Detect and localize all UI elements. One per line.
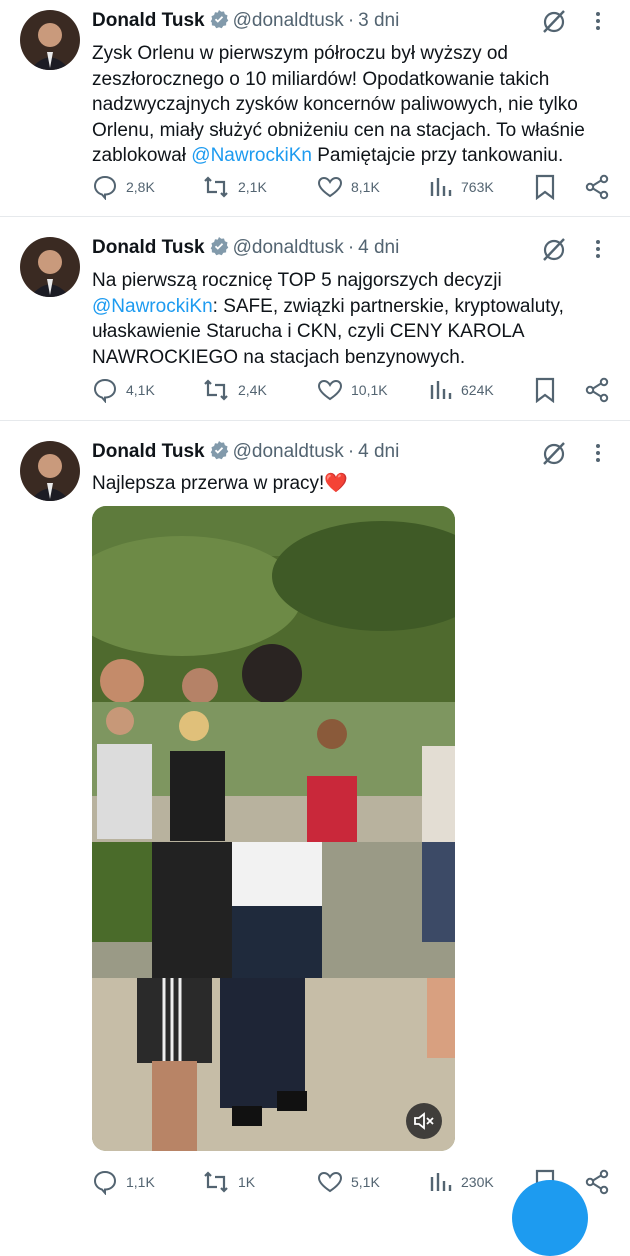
avatar[interactable] — [20, 237, 80, 297]
share-button[interactable] — [584, 375, 618, 405]
avatar[interactable] — [20, 441, 80, 501]
reply-button[interactable]: 4,1K — [92, 375, 155, 405]
compose-button[interactable] — [512, 1180, 588, 1256]
author-handle[interactable]: @donaldtusk — [233, 441, 344, 462]
separator: · — [347, 10, 355, 31]
repost-button[interactable]: 1K — [202, 1167, 255, 1197]
grok-icon[interactable] — [540, 7, 568, 35]
repost-button[interactable]: 2,4K — [202, 375, 267, 405]
reply-count: 4,1K — [126, 382, 155, 398]
repost-icon — [204, 379, 228, 401]
like-count: 5,1K — [351, 1174, 380, 1190]
tweet-actions: 2,8K 2,1K 8,1K 763K — [92, 172, 622, 202]
grok-icon[interactable] — [540, 439, 568, 467]
share-icon — [585, 1169, 609, 1195]
repost-count: 1K — [238, 1174, 256, 1190]
avatar[interactable] — [20, 10, 80, 70]
divider — [0, 420, 630, 421]
views-icon — [430, 178, 452, 196]
tweet-text: Zysk Orlenu w pierwszym półroczu był wyż… — [92, 41, 612, 169]
views-count: 230K — [461, 1174, 494, 1190]
like-icon — [317, 379, 343, 401]
repost-count: 2,1K — [238, 179, 267, 195]
author-name[interactable]: Donald Tusk — [92, 237, 205, 258]
more-icon[interactable] — [590, 10, 606, 32]
views-icon — [430, 1173, 452, 1191]
views-count: 763K — [461, 179, 494, 195]
tweet-time[interactable]: 4 dni — [358, 441, 399, 462]
repost-count: 2,4K — [238, 382, 267, 398]
grok-icon[interactable] — [540, 235, 568, 263]
verified-badge-icon — [209, 9, 229, 35]
like-icon — [317, 176, 343, 198]
views-button[interactable]: 624K — [429, 375, 494, 405]
share-icon — [585, 174, 609, 200]
like-button[interactable]: 10,1K — [317, 375, 388, 405]
verified-badge-icon — [209, 440, 229, 466]
mention-link[interactable]: @NawrockiKn — [92, 296, 213, 317]
views-icon — [430, 381, 452, 399]
author-handle[interactable]: @donaldtusk — [233, 237, 344, 258]
like-button[interactable]: 5,1K — [317, 1167, 380, 1197]
bookmark-button[interactable] — [534, 375, 564, 405]
repost-button[interactable]: 2,1K — [202, 172, 267, 202]
tweet-text-part: Najlepsza przerwa w pracy! — [92, 473, 325, 494]
tweet-time[interactable]: 3 dni — [358, 10, 399, 31]
tweet-actions: 4,1K 2,4K 10,1K 624K — [92, 375, 622, 405]
like-icon — [317, 1171, 343, 1193]
like-button[interactable]: 8,1K — [317, 172, 380, 202]
author-name[interactable]: Donald Tusk — [92, 10, 205, 31]
reply-icon — [93, 1170, 117, 1195]
tweet-header: Donald Tusk @donaldtusk · 4 dni — [92, 236, 399, 262]
share-icon — [585, 377, 609, 403]
tweet-time[interactable]: 4 dni — [358, 237, 399, 258]
views-count: 624K — [461, 382, 494, 398]
tweet-header: Donald Tusk @donaldtusk · 4 dni — [92, 440, 399, 466]
reply-icon — [93, 175, 117, 200]
bookmark-icon — [535, 174, 555, 200]
heart-emoji: ❤️ — [324, 473, 348, 494]
reply-button[interactable]: 1,1K — [92, 1167, 155, 1197]
more-icon[interactable] — [590, 238, 606, 260]
reply-icon — [93, 378, 117, 403]
like-count: 8,1K — [351, 179, 380, 195]
views-button[interactable]: 763K — [429, 172, 494, 202]
share-button[interactable] — [584, 172, 618, 202]
views-button[interactable]: 230K — [429, 1167, 494, 1197]
like-count: 10,1K — [351, 382, 388, 398]
repost-icon — [204, 1171, 228, 1193]
bookmark-button[interactable] — [534, 172, 564, 202]
bookmark-icon — [535, 377, 555, 403]
author-handle[interactable]: @donaldtusk — [233, 10, 344, 31]
mute-icon — [414, 1112, 434, 1130]
mention-link[interactable]: @NawrockiKn — [191, 145, 312, 166]
tweet-text: Na pierwszą rocznicę TOP 5 najgorszych d… — [92, 268, 612, 370]
reply-count: 1,1K — [126, 1174, 155, 1190]
reply-count: 2,8K — [126, 179, 155, 195]
repost-icon — [204, 176, 228, 198]
verified-badge-icon — [209, 236, 229, 262]
mute-button[interactable] — [406, 1103, 442, 1139]
separator: · — [347, 237, 355, 258]
share-button[interactable] — [584, 1167, 618, 1197]
divider — [0, 216, 630, 217]
author-name[interactable]: Donald Tusk — [92, 441, 205, 462]
more-icon[interactable] — [590, 442, 606, 464]
tweet-text: Najlepsza przerwa w pracy!❤️ — [92, 471, 612, 497]
video-frame — [92, 506, 455, 1151]
reply-button[interactable]: 2,8K — [92, 172, 155, 202]
tweet-text-part: Na pierwszą rocznicę TOP 5 najgorszych d… — [92, 270, 502, 291]
tweet-text-part: Pamiętajcie przy tankowaniu. — [311, 145, 564, 166]
video-player[interactable] — [92, 506, 455, 1151]
tweet-header: Donald Tusk @donaldtusk · 3 dni — [92, 9, 399, 35]
separator: · — [347, 441, 355, 462]
